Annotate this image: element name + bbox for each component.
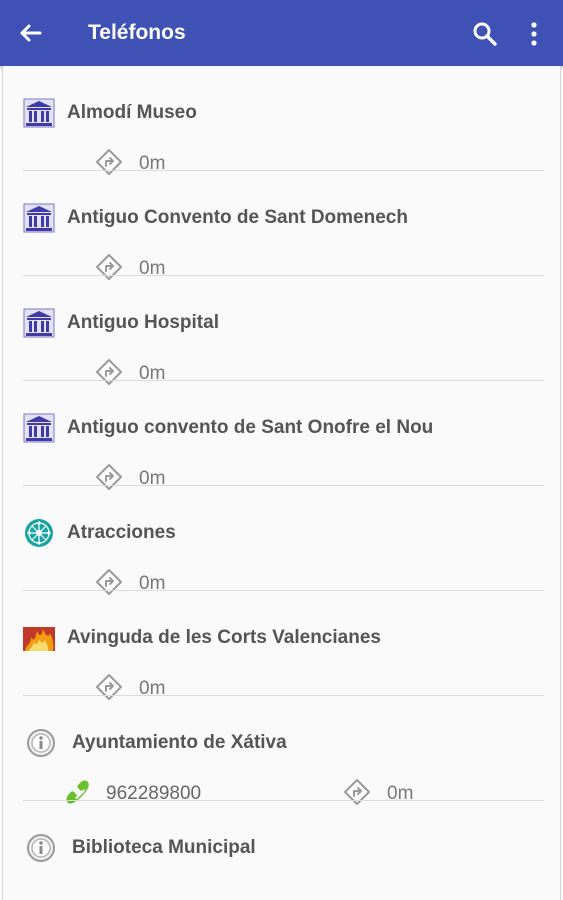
item-name: Antiguo convento de Sant Onofre el Nou	[67, 417, 434, 438]
museum-icon	[23, 308, 55, 338]
page-title: Teléfonos	[88, 21, 186, 44]
item-name: Antiguo Convento de Sant Domenech	[67, 207, 408, 228]
info-icon	[27, 834, 55, 862]
app-bar: Teléfonos	[0, 0, 563, 66]
list-item-almodi-museo[interactable]: Almodí Museo 0m	[3, 66, 560, 175]
museum-icon	[23, 413, 55, 443]
list-item-avinguda-corts-valencianes[interactable]: Avinguda de les Corts Valencianes 0m	[3, 591, 560, 700]
list-item-antiguo-convento-sant-onofre[interactable]: Antiguo convento de Sant Onofre el Nou 0…	[3, 381, 560, 490]
item-name: Biblioteca Municipal	[72, 837, 256, 858]
list-item-ayuntamiento-xativa[interactable]: Ayuntamiento de Xátiva 962289800 0m	[3, 696, 560, 805]
attraction-icon	[25, 519, 53, 547]
fire-icon	[23, 627, 55, 651]
search-icon[interactable]	[471, 20, 499, 48]
list-item-antiguo-convento-sant-domenech[interactable]: Antiguo Convento de Sant Domenech 0m	[3, 171, 560, 280]
museum-icon	[23, 98, 55, 128]
item-name: Avinguda de les Corts Valencianes	[67, 627, 381, 648]
item-name: Ayuntamiento de Xátiva	[72, 732, 287, 753]
item-name: Almodí Museo	[67, 102, 197, 123]
list-item-antiguo-hospital[interactable]: Antiguo Hospital 0m	[3, 276, 560, 385]
places-list: Almodí Museo 0m Antiguo Convento de Sant…	[2, 66, 561, 900]
list-item-biblioteca-municipal[interactable]: Biblioteca Municipal	[3, 801, 560, 900]
info-icon	[27, 729, 55, 757]
arrow-left-icon[interactable]	[14, 17, 46, 49]
item-name: Antiguo Hospital	[67, 312, 219, 333]
museum-icon	[23, 203, 55, 233]
more-vert-icon[interactable]	[522, 20, 546, 48]
list-item-atracciones[interactable]: Atracciones 0m	[3, 486, 560, 595]
item-name: Atracciones	[67, 522, 176, 543]
